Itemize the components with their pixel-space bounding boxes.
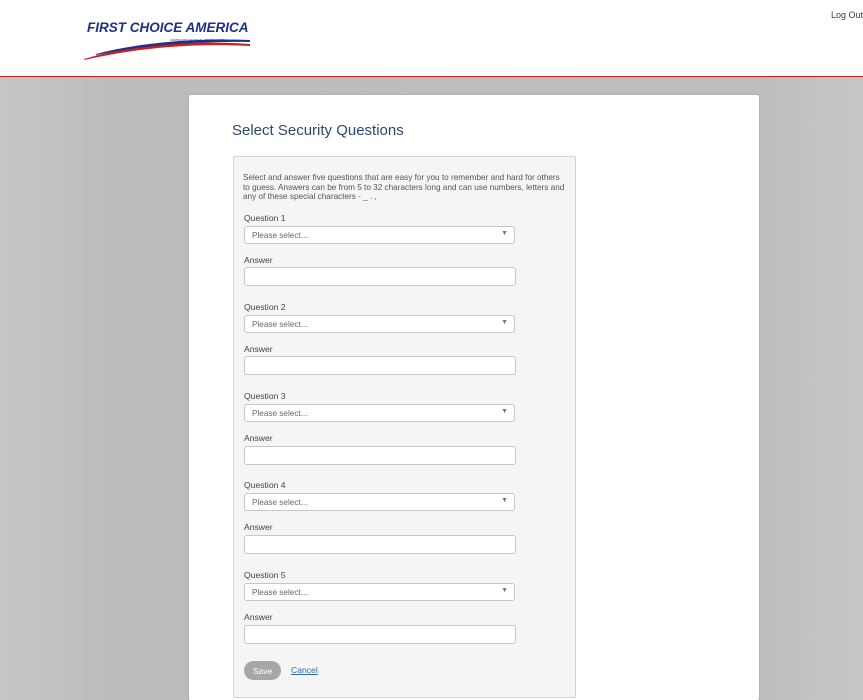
triangle-down-icon: ▼ <box>501 587 508 594</box>
question-1-select[interactable]: Please select... ▼ <box>244 226 515 244</box>
answer-3-input[interactable] <box>244 446 516 465</box>
triangle-down-icon: ▼ <box>501 408 508 415</box>
instructions-text: Select and answer five questions that ar… <box>243 173 565 202</box>
triangle-down-icon: ▼ <box>501 230 508 237</box>
question-2-select[interactable]: Please select... ▼ <box>244 315 515 333</box>
question-2-selected-value: Please select... <box>252 320 308 329</box>
question-2-label: Question 2 <box>244 302 286 312</box>
answer-5-input[interactable] <box>244 625 516 644</box>
answer-5-label: Answer <box>244 612 273 622</box>
triangle-down-icon: ▼ <box>501 497 508 504</box>
question-4-selected-value: Please select... <box>252 498 308 507</box>
question-1-selected-value: Please select... <box>252 231 308 240</box>
logo-graphic: FIRST CHOICE AMERICA COMMUNITY FEDERAL C… <box>84 20 250 60</box>
question-3-selected-value: Please select... <box>252 409 308 418</box>
question-3-select[interactable]: Please select... ▼ <box>244 404 515 422</box>
question-5-select[interactable]: Please select... ▼ <box>244 583 515 601</box>
save-button[interactable]: Save <box>244 661 281 680</box>
answer-4-input[interactable] <box>244 535 516 554</box>
question-4-select[interactable]: Please select... ▼ <box>244 493 515 511</box>
answer-1-label: Answer <box>244 255 273 265</box>
question-5-selected-value: Please select... <box>252 588 308 597</box>
logo-text: FIRST CHOICE AMERICA <box>87 20 249 35</box>
header: FIRST CHOICE AMERICA COMMUNITY FEDERAL C… <box>0 0 863 77</box>
answer-2-label: Answer <box>244 344 273 354</box>
answer-4-label: Answer <box>244 522 273 532</box>
triangle-down-icon: ▼ <box>501 319 508 326</box>
logo[interactable]: FIRST CHOICE AMERICA COMMUNITY FEDERAL C… <box>82 14 254 64</box>
question-4-label: Question 4 <box>244 480 286 490</box>
answer-1-input[interactable] <box>244 267 516 286</box>
question-1-label: Question 1 <box>244 213 286 223</box>
answer-3-label: Answer <box>244 433 273 443</box>
cancel-link[interactable]: Cancel <box>291 665 318 675</box>
answer-2-input[interactable] <box>244 356 516 375</box>
page-title: Select Security Questions <box>232 122 404 139</box>
logout-link[interactable]: Log Out <box>831 10 863 20</box>
question-3-label: Question 3 <box>244 391 286 401</box>
question-5-label: Question 5 <box>244 570 286 580</box>
